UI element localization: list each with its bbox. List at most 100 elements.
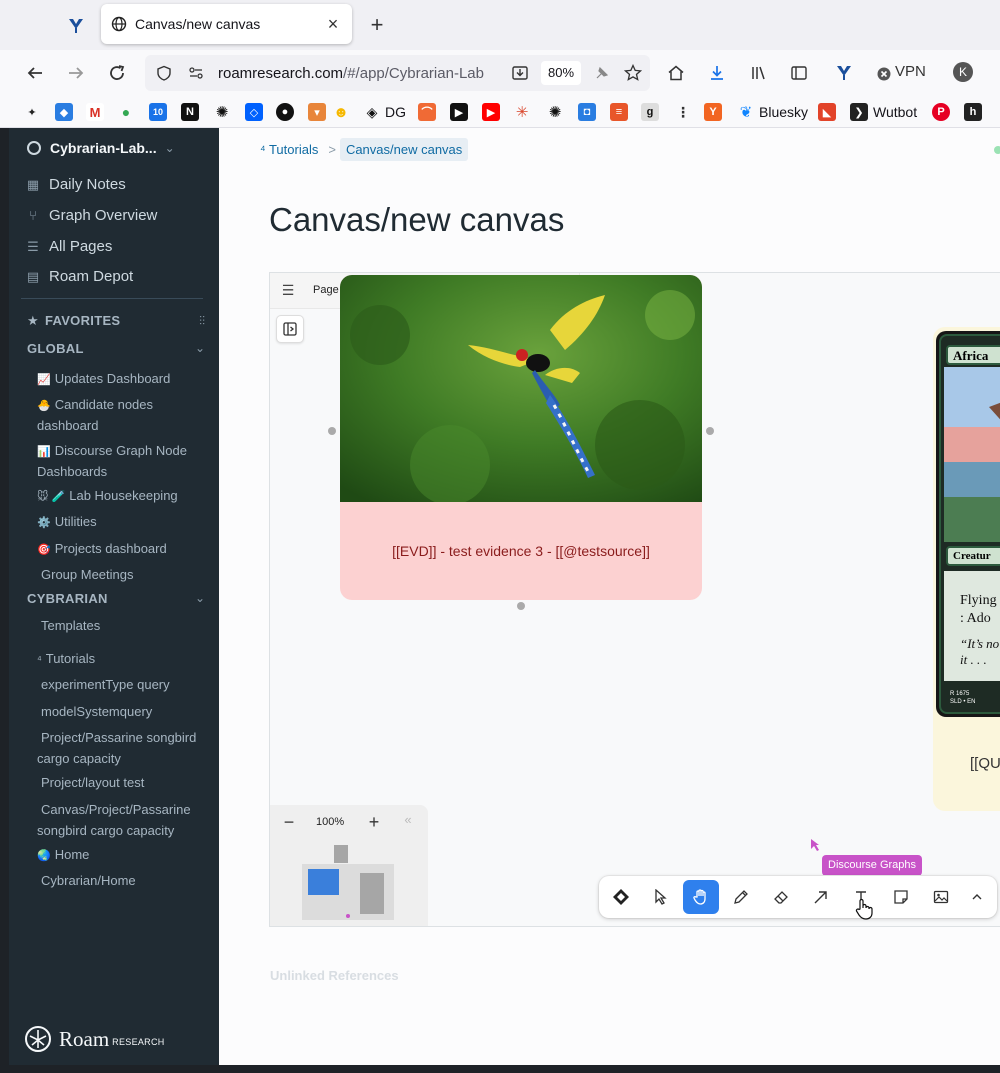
arrow-tool[interactable] [803,880,839,914]
active-tab[interactable]: Canvas/new canvas × [101,4,352,44]
reload-icon[interactable] [105,61,129,85]
global-item[interactable]: 🐣 Candidate nodes dashboard [37,395,207,435]
cybrarian-item[interactable]: Cybrarian/Home [37,871,207,892]
breadcrumb-current[interactable]: Canvas/new canvas [339,138,469,161]
unlinked-references-toggle[interactable]: Unlinked References [270,968,399,983]
cybrarian-item[interactable]: 🌏 Home [37,845,207,866]
extension-pin-icon[interactable] [591,62,613,84]
minimap[interactable] [302,840,397,920]
maps-bookmark-icon[interactable]: ● [117,103,135,121]
connection-handle[interactable] [706,427,714,435]
zoom-level-chip[interactable]: 80% [541,61,581,85]
goodreads-bookmark-icon[interactable]: g [641,103,659,121]
extension-logo-icon[interactable] [833,62,855,84]
note-tool[interactable] [883,880,919,914]
claude-bookmark-icon[interactable]: ✳ [513,103,531,121]
zoom-in-icon[interactable]: + [364,812,384,833]
connection-handle[interactable] [328,427,336,435]
save-page-icon[interactable] [509,62,531,84]
global-item[interactable]: 🐭 🧪 Lab Housekeeping [37,486,207,507]
badge-bookmark-icon[interactable]: ▾ [308,103,326,121]
vpn-label[interactable]: VPN [895,63,926,80]
nav-all-pages[interactable]: ☰ All Pages [25,238,112,255]
select-tool[interactable] [643,880,679,914]
wutbot-bookmark-icon[interactable]: ❯ [850,103,868,121]
home-icon[interactable] [665,62,687,84]
openai-bookmark-icon[interactable]: ✺ [213,103,231,121]
image-tool[interactable] [923,880,959,914]
evidence-node-text[interactable]: [[EVD]] - test evidence 3 - [[@testsourc… [340,502,702,600]
new-tab-button[interactable]: + [365,12,389,38]
bluesky-bookmark-label[interactable]: Bluesky [759,104,808,120]
roam-logo[interactable]: Roam RESEARCH [25,1026,165,1052]
h-bookmark-icon[interactable]: h [964,103,982,121]
global-item[interactable]: 🎯 Projects dashboard [37,539,207,560]
nav-graph-overview[interactable]: ⑂ Graph Overview [25,207,157,224]
connection-handle[interactable] [517,602,525,610]
nav-daily-notes[interactable]: ▦ Daily Notes [25,176,126,193]
cybrarian-item[interactable]: modelSystemquery [37,702,207,723]
substack-bookmark-icon[interactable]: ≡ [610,103,628,121]
ycombinator-bookmark-icon[interactable]: Y [704,103,722,121]
downloads-icon[interactable] [706,62,728,84]
gitlab-bookmark-icon[interactable]: ◣ [818,103,836,121]
sidebar-toggle-icon[interactable] [788,62,810,84]
tldraw-canvas[interactable]: ☰ Page 1 ⌄ ↶ ↷ 🗑 ⧉ ⋮ [269,272,1000,927]
github-bookmark-icon[interactable]: ● [276,103,294,121]
gmail-bookmark-icon[interactable]: M [86,103,104,121]
library-icon[interactable] [748,62,770,84]
draw-tool[interactable] [723,880,759,914]
global-item[interactable]: Group Meetings [37,565,207,586]
forward-icon[interactable] [64,61,88,85]
shield-bookmark-icon[interactable]: ◆ [55,103,73,121]
global-header[interactable]: GLOBAL [27,341,84,356]
discourse-graph-tool[interactable] [603,880,639,914]
profile-avatar[interactable]: K [953,62,973,82]
dg-bookmark-label[interactable]: DG [385,104,406,120]
breadcrumb-parent[interactable]: ⁴ Tutorials [254,138,324,161]
cybrarian-item[interactable]: ⁴ Tutorials [37,649,207,670]
cybrarian-item[interactable]: experimentType query [37,675,207,696]
pinterest-bookmark-icon[interactable]: P [932,103,950,121]
orange-bookmark-icon[interactable]: ⌒ [418,103,436,121]
more-tools-button[interactable] [961,880,993,914]
sliders-icon[interactable]: ⫶⫶ [199,314,205,329]
more-bookmarks-icon[interactable]: ⋮ [674,103,692,121]
bookmark-star-icon[interactable] [622,62,644,84]
cybrarian-collapse-chevron-icon[interactable]: ⌄ [195,591,205,605]
hamburger-menu-icon[interactable]: ☰ [279,282,297,299]
page-title[interactable]: Canvas/new canvas [269,201,564,239]
global-item[interactable]: 📊 Discourse Graph Node Dashboards [37,441,207,481]
youtube-bookmark-icon[interactable]: ▶ [482,103,500,121]
evidence-node-card[interactable]: [[EVD]] - test evidence 3 - [[@testsourc… [340,275,702,600]
zoom-out-icon[interactable]: − [279,812,299,833]
global-item[interactable]: 📈 Updates Dashboard [37,369,207,390]
calendar-bookmark-icon[interactable]: 10 [149,103,167,121]
smiley-bookmark-icon[interactable]: ☻ [332,103,350,121]
graph-switcher[interactable]: Cybrarian-Lab... ⌄ [27,140,175,156]
cybrarian-header[interactable]: CYBRARIAN [27,591,108,606]
global-item[interactable]: ⚙️ Utilities [37,512,207,533]
cybrarian-item[interactable]: Project/Passarine songbird cargo capacit… [37,728,207,768]
close-tab-icon[interactable]: × [324,14,342,35]
global-collapse-chevron-icon[interactable]: ⌄ [195,341,205,355]
nav-roam-depot[interactable]: ▤ Roam Depot [25,268,133,285]
openai-2-bookmark-icon[interactable]: ✺ [546,103,564,121]
pinned-tab[interactable] [60,10,92,42]
dg-bookmark-icon[interactable]: ◈ [363,103,381,121]
question-node-text[interactable]: [[QU [970,755,1000,772]
collapse-minimap-icon[interactable]: « [398,812,418,827]
dropbox-bookmark-icon[interactable]: ◇ [245,103,263,121]
back-icon[interactable] [23,61,47,85]
pin-bookmark-icon[interactable]: ✦ [23,103,41,121]
wutbot-bookmark-label[interactable]: Wutbot [873,104,917,120]
cybrarian-item[interactable]: Project/layout test [37,773,207,794]
hand-tool[interactable] [683,880,719,914]
cybrarian-item[interactable]: Templates [37,616,207,637]
site-settings-icon[interactable] [185,62,207,84]
play-bookmark-icon[interactable]: ▶ [450,103,468,121]
bluesky-bookmark-icon[interactable]: ❦ [737,103,755,121]
blue-bookmark-icon[interactable]: ◘ [578,103,596,121]
cybrarian-item[interactable]: Canvas/Project/Passarine songbird cargo … [37,800,207,840]
zoom-level[interactable]: 100% [316,816,344,828]
